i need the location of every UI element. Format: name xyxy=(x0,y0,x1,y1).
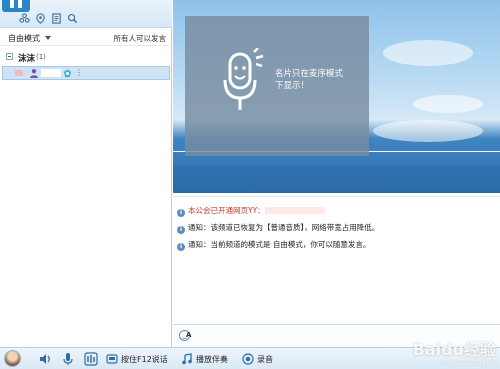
user-badge-icon xyxy=(63,69,72,78)
music-note-icon xyxy=(182,353,192,365)
video-area: 名片只在麦序模式 下显示！ xyxy=(173,0,500,193)
cloud-decoration xyxy=(383,40,473,66)
sidebar-toolbar xyxy=(0,0,172,28)
play-music-label: 播放伴奏 xyxy=(196,354,228,364)
font-icon[interactable]: A xyxy=(186,331,191,339)
user-status-icon xyxy=(15,70,23,76)
message-text: 本公会已开通网页YY： xyxy=(188,206,265,215)
notes-icon[interactable] xyxy=(50,12,62,24)
name-card: 名片只在麦序模式 下显示！ xyxy=(185,16,369,156)
info-icon: i xyxy=(177,226,185,234)
user-more-icon[interactable]: ⋮ xyxy=(75,68,83,77)
speaker-icon[interactable] xyxy=(38,352,52,366)
message-list: i 本公会已开通网页YY： i 通知：该频道已恢复为【普通音质】，网络带宽占用降低。… xyxy=(173,196,500,324)
message-item: i 通知：当前频道的模式是 自由模式，你可以随意发言。 xyxy=(177,239,370,251)
watermark-sub: jingyan.baidu.com xyxy=(440,360,496,367)
play-music-button[interactable]: 播放伴奏 xyxy=(181,351,228,367)
location-icon[interactable] xyxy=(34,12,46,24)
channel-sidebar: 自由模式 所有人可以发言 沫沫 (1) ⋮ xyxy=(0,0,172,347)
equalizer-icon[interactable] xyxy=(84,352,98,366)
message-text: 通知：该频道已恢复为【普通音质】，网络带宽占用降低。 xyxy=(188,223,380,232)
user-role-icon xyxy=(29,68,39,78)
app-logo[interactable] xyxy=(2,0,30,12)
name-card-line2: 下显示！ xyxy=(275,81,310,91)
record-button[interactable]: 录音 xyxy=(242,351,273,367)
channel-count: (1) xyxy=(36,53,46,61)
collapse-icon[interactable] xyxy=(6,53,13,60)
info-icon: i xyxy=(177,209,185,217)
mode-bar: 自由模式 所有人可以发言 xyxy=(0,29,172,46)
channel-item[interactable]: 沫沫 (1) xyxy=(0,51,172,65)
microphone-icon[interactable] xyxy=(61,352,75,366)
keyboard-icon xyxy=(106,354,118,364)
sea xyxy=(173,165,500,193)
name-card-line1: 名片只在麦序模式 xyxy=(275,69,344,79)
message-text: 通知：当前频道的模式是 自由模式，你可以随意发言。 xyxy=(188,240,371,249)
microphone-icon xyxy=(223,48,264,110)
record-icon xyxy=(242,353,254,365)
press-to-talk-label: 按住F12说话 xyxy=(121,354,168,364)
search-icon[interactable] xyxy=(66,12,78,24)
members-icon[interactable] xyxy=(18,12,30,24)
watermark-main: Baidu经验 xyxy=(412,340,496,359)
redacted-link[interactable] xyxy=(264,207,325,214)
cloud-decoration xyxy=(413,95,483,113)
mode-hint: 所有人可以发言 xyxy=(113,34,167,43)
channel-name: 沫沫 xyxy=(18,54,36,64)
main-panel: 名片只在麦序模式 下显示！ i 本公会已开通网页YY： i 通知：该频道已恢复为【普… xyxy=(173,0,500,347)
message-item: i 本公会已开通网页YY： xyxy=(177,205,325,217)
info-icon: i xyxy=(177,243,185,251)
record-label: 录音 xyxy=(257,354,273,364)
user-item[interactable]: ⋮ xyxy=(2,66,170,80)
chevron-down-icon[interactable] xyxy=(45,36,51,40)
avatar[interactable] xyxy=(4,350,21,367)
cloud-decoration xyxy=(373,120,483,142)
watermark: Baidu经验 jingyan.baidu.com xyxy=(413,336,496,367)
mode-dropdown[interactable]: 自由模式 xyxy=(8,33,40,44)
press-to-talk-button[interactable]: 按住F12说话 xyxy=(106,351,168,367)
message-item: i 通知：该频道已恢复为【普通音质】，网络带宽占用降低。 xyxy=(177,222,379,234)
user-name-redacted xyxy=(41,69,61,77)
name-card-message: 名片只在麦序模式 下显示！ xyxy=(275,68,343,92)
